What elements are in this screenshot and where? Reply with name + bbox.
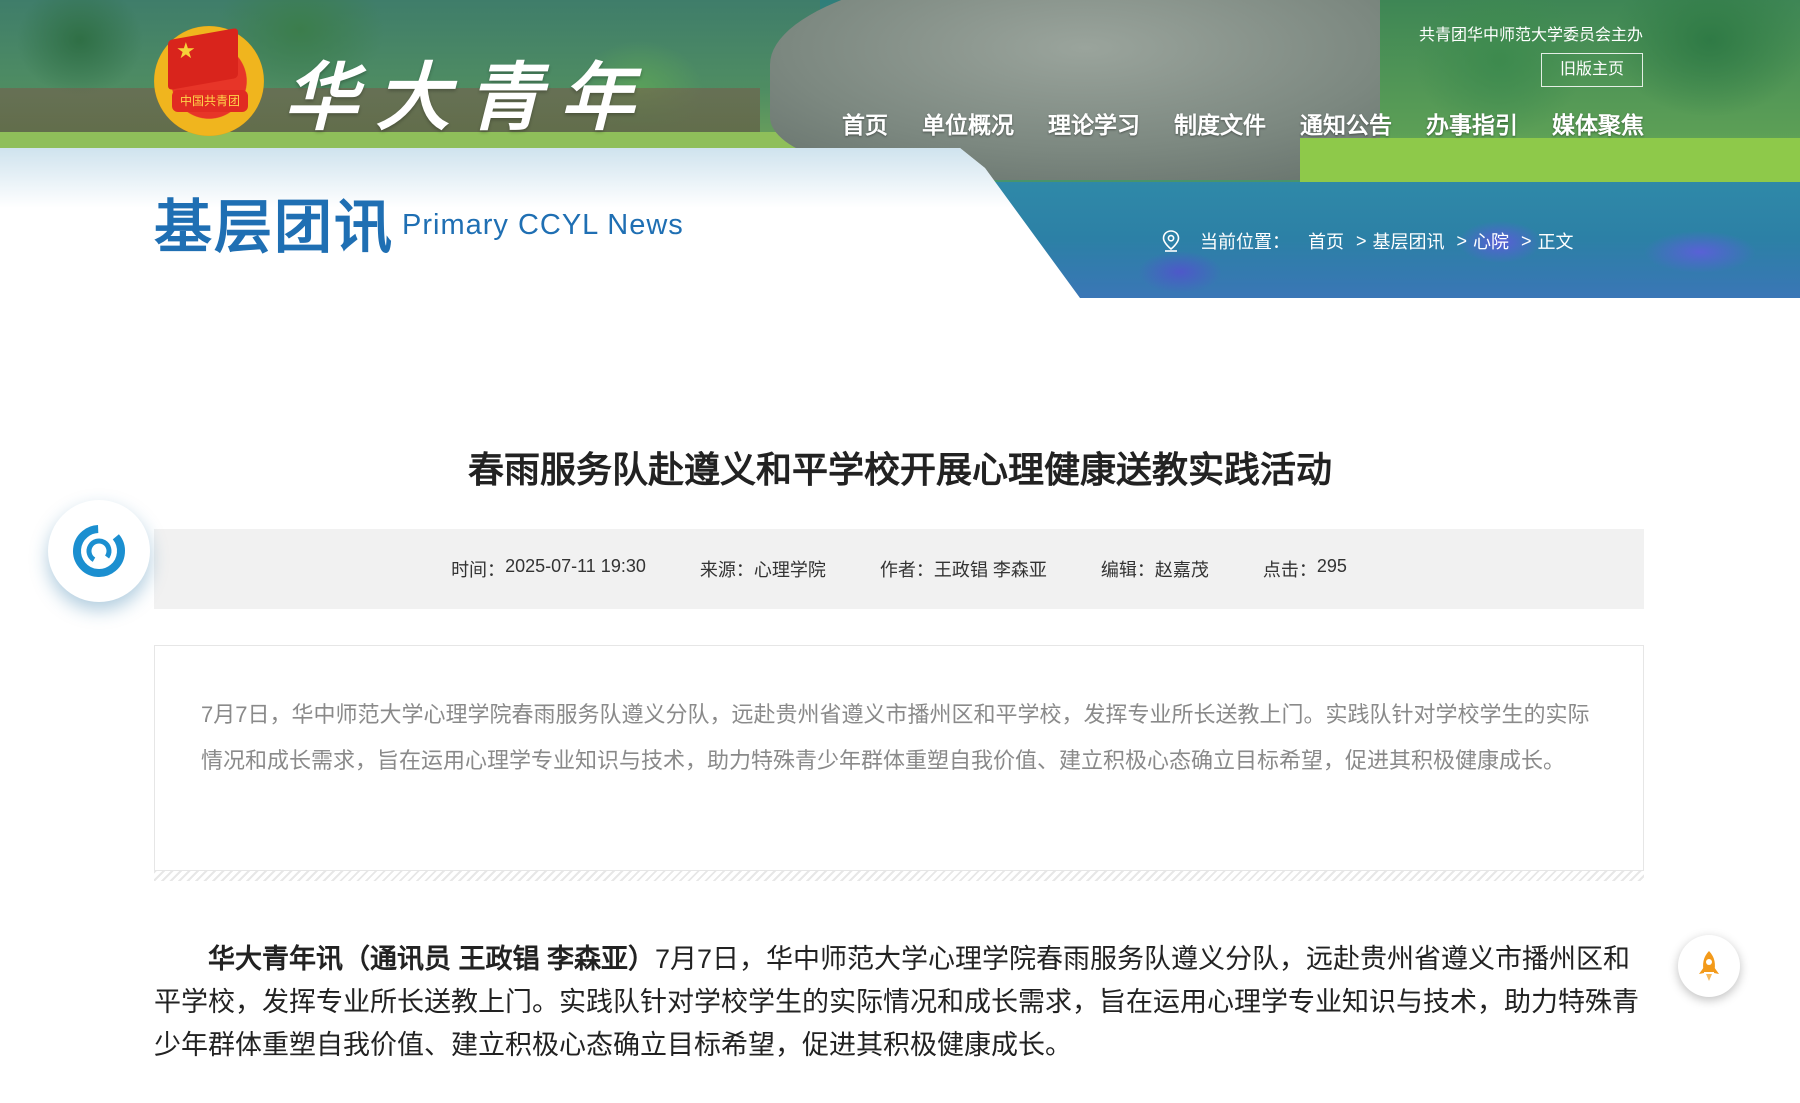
- article-body: 华大青年讯（通讯员 王政锠 李森亚）7月7日，华中师范大学心理学院春雨服务队遵义…: [154, 938, 1644, 1067]
- meta-author-value: 王政锠 李森亚: [933, 560, 1047, 580]
- meta-time-value: 2025-07-11 19:30: [505, 556, 646, 576]
- breadcrumb-category[interactable]: 心院: [1473, 228, 1509, 254]
- meta-editor-value: 赵嘉茂: [1154, 560, 1209, 580]
- meta-time-label: 时间：: [451, 560, 506, 580]
- meta-clicks-value: 295: [1316, 556, 1347, 576]
- nav-item-home[interactable]: 首页: [842, 106, 888, 140]
- host-note: 共青团华中师范大学委员会主办: [1418, 27, 1643, 44]
- star-icon: ★: [176, 38, 196, 63]
- article-lead: 华大青年讯（通讯员 王政锠 李森亚）: [208, 944, 656, 974]
- meta-editor: 编辑： 赵嘉茂: [1101, 556, 1209, 582]
- logo-ribbon-text: 中国共青团: [172, 90, 248, 112]
- main-nav: 首页 单位概况 理论学习 制度文件 通知公告 办事指引 媒体聚焦: [842, 106, 1644, 140]
- section-title: 基层团讯: [154, 193, 395, 261]
- meta-author: 作者： 王政锠 李森亚: [880, 556, 1047, 582]
- nav-item-notices[interactable]: 通知公告: [1300, 106, 1392, 140]
- location-pin-icon: [1162, 230, 1180, 252]
- breadcrumb-separator: >: [1521, 230, 1532, 251]
- meta-source: 来源： 心理学院: [700, 556, 826, 582]
- meta-editor-label: 编辑：: [1100, 560, 1155, 580]
- meta-source-label: 来源：: [699, 560, 754, 580]
- meta-source-value: 心理学院: [753, 560, 826, 580]
- nav-item-theory[interactable]: 理论学习: [1048, 106, 1140, 140]
- breadcrumb-label: 当前位置：: [1200, 232, 1290, 252]
- old-home-button[interactable]: 旧版主页: [1541, 53, 1643, 87]
- article-meta: 时间： 2025-07-11 19:30 来源： 心理学院 作者： 王政锠 李森…: [154, 529, 1644, 609]
- meta-author-label: 作者：: [879, 560, 934, 580]
- banner-lawn: [1300, 138, 1800, 188]
- site-logo[interactable]: ★ 中国共青团: [154, 26, 264, 136]
- article-title: 春雨服务队赴遵义和平学校开展心理健康送教实践活动: [467, 449, 1332, 490]
- breadcrumb-current: 正文: [1537, 232, 1574, 252]
- nav-item-guide[interactable]: 办事指引: [1426, 106, 1518, 140]
- breadcrumb-section[interactable]: 基层团讯: [1373, 228, 1445, 254]
- meta-time: 时间： 2025-07-11 19:30: [451, 556, 646, 582]
- breadcrumb-separator: >: [1456, 230, 1468, 251]
- breadcrumb: 当前位置： 首页 > 基层团讯 > 心院 > 正文: [1162, 228, 1574, 254]
- meta-clicks: 点击： 295: [1263, 556, 1347, 582]
- site-name[interactable]: 华大青年: [284, 38, 652, 145]
- breadcrumb-home[interactable]: 首页: [1308, 228, 1344, 254]
- refresh-button[interactable]: [48, 500, 150, 602]
- summary-text: 7月7日，华中师范大学心理学院春雨服务队遵义分队，远赴贵州省遵义市播州区和平学校…: [201, 702, 1590, 773]
- article-summary: 7月7日，华中师范大学心理学院春雨服务队遵义分队，远赴贵州省遵义市播州区和平学校…: [154, 645, 1644, 871]
- rocket-icon: [1699, 951, 1719, 981]
- summary-divider: [154, 871, 1644, 881]
- section-subtitle: Primary CCYL News: [402, 209, 684, 241]
- nav-item-regulations[interactable]: 制度文件: [1174, 106, 1266, 140]
- back-to-top-button[interactable]: [1678, 935, 1740, 997]
- breadcrumb-separator: >: [1356, 230, 1367, 251]
- nav-item-media[interactable]: 媒体聚焦: [1552, 106, 1644, 140]
- nav-item-overview[interactable]: 单位概况: [922, 106, 1014, 140]
- meta-clicks-label: 点击：: [1262, 560, 1317, 580]
- refresh-icon: [73, 525, 125, 577]
